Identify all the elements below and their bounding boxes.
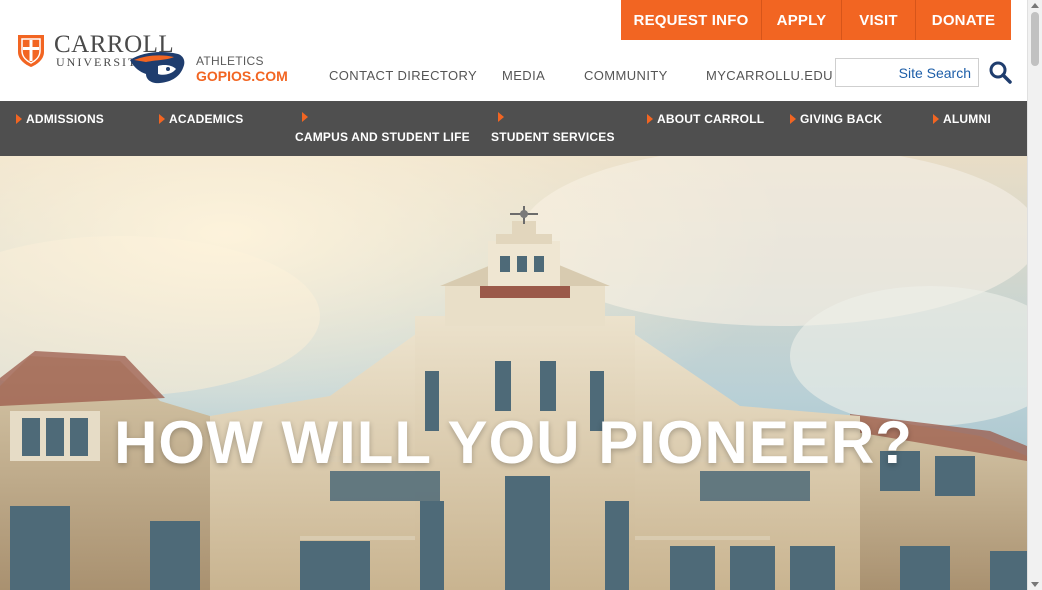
caret-right-icon	[498, 112, 504, 122]
cta-bar: REQUEST INFO APPLY VISIT DONATE	[621, 0, 1011, 40]
nav-label: CAMPUS AND STUDENT LIFE	[295, 130, 470, 144]
search-icon[interactable]	[988, 60, 1012, 84]
scroll-up-icon[interactable]	[1031, 3, 1039, 8]
main-navigation: ADMISSIONS ACADEMICS CAMPUS AND STUDENT …	[0, 101, 1027, 156]
caret-right-icon	[159, 114, 165, 124]
donate-button[interactable]: DONATE	[916, 0, 1011, 40]
hero-building-image	[0, 156, 1027, 590]
pioneer-mascot-icon	[130, 52, 185, 84]
apply-button[interactable]: APPLY	[762, 0, 842, 40]
request-info-button[interactable]: REQUEST INFO	[621, 0, 762, 40]
athletics-site: GOPIOS.COM	[196, 68, 288, 84]
scroll-down-icon[interactable]	[1031, 582, 1039, 587]
search-input[interactable]	[836, 59, 978, 86]
utility-links: CONTACT DIRECTORY MEDIA COMMUNITY MYCARR…	[329, 68, 833, 83]
hero-headline: HOW WILL YOU PIONEER?	[114, 409, 913, 476]
nav-academics[interactable]: ACADEMICS	[159, 112, 243, 126]
athletics-label: ATHLETICS	[196, 54, 264, 68]
caret-right-icon	[790, 114, 796, 124]
caret-right-icon	[933, 114, 939, 124]
university-logo[interactable]: CARROLL UNIVERSITY	[16, 30, 191, 90]
caret-right-icon	[16, 114, 22, 124]
shield-icon	[18, 35, 44, 67]
nav-label: STUDENT SERVICES	[491, 130, 615, 144]
caret-right-icon	[647, 114, 653, 124]
nav-about-carroll[interactable]: ABOUT CARROLL	[647, 112, 764, 126]
caret-right-icon	[302, 112, 308, 122]
site-search-box	[835, 58, 979, 87]
mycarrollu-link[interactable]: MYCARROLLU.EDU	[706, 68, 833, 83]
site-header: CARROLL UNIVERSITY ATHLETICS GOPIOS.COM …	[0, 0, 1027, 101]
nav-label: ALUMNI	[943, 112, 991, 126]
nav-student-services[interactable]: STUDENT SERVICES	[491, 112, 615, 144]
nav-giving-back[interactable]: GIVING BACK	[790, 112, 882, 126]
community-link[interactable]: COMMUNITY	[584, 68, 706, 83]
page: CARROLL UNIVERSITY ATHLETICS GOPIOS.COM …	[0, 0, 1042, 590]
visit-button[interactable]: VISIT	[842, 0, 916, 40]
hero-banner: HOW WILL YOU PIONEER?	[0, 156, 1027, 590]
scrollbar-thumb[interactable]	[1031, 12, 1039, 66]
nav-label: ACADEMICS	[169, 112, 244, 126]
athletics-link[interactable]: ATHLETICS GOPIOS.COM	[196, 54, 288, 84]
media-link[interactable]: MEDIA	[502, 68, 584, 83]
nav-alumni[interactable]: ALUMNI	[933, 112, 991, 126]
page-scrollbar[interactable]	[1027, 0, 1042, 590]
nav-label: ADMISSIONS	[26, 112, 105, 126]
nav-label: GIVING BACK	[800, 112, 883, 126]
nav-campus-student-life[interactable]: CAMPUS AND STUDENT LIFE	[295, 112, 470, 144]
nav-label: ABOUT CARROLL	[657, 112, 765, 126]
contact-directory-link[interactable]: CONTACT DIRECTORY	[329, 68, 502, 83]
nav-admissions[interactable]: ADMISSIONS	[16, 112, 104, 126]
